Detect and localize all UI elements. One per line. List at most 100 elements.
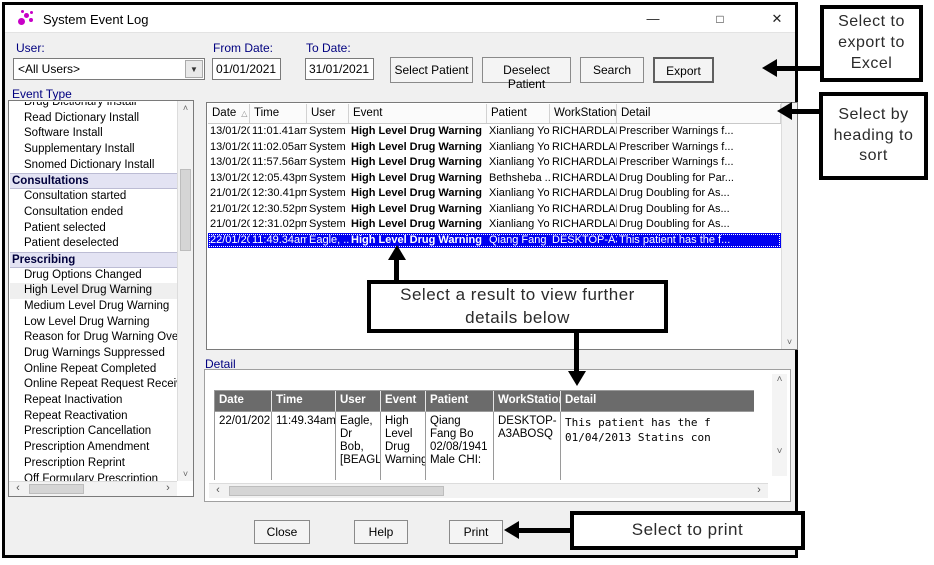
- scrollbar-thumb[interactable]: [229, 486, 444, 496]
- scroll-right-icon[interactable]: ›: [752, 484, 766, 498]
- event-cell: High Level Drug Warning: [349, 186, 487, 202]
- user-select[interactable]: <All Users> ▼: [13, 58, 205, 80]
- scroll-up-icon[interactable]: ˄: [178, 101, 193, 115]
- column-header-time[interactable]: Time: [250, 104, 307, 123]
- scroll-up-icon[interactable]: ˄: [772, 374, 787, 385]
- event-cell: RICHARDLAP...: [550, 140, 617, 156]
- event-type-item[interactable]: Snomed Dictionary Install: [10, 158, 177, 174]
- help-button[interactable]: Help: [354, 520, 408, 544]
- event-type-horizontal-scrollbar[interactable]: ‹ ›: [9, 481, 177, 496]
- scroll-left-icon[interactable]: ‹: [211, 484, 225, 498]
- event-type-item[interactable]: Off Formulary Prescription: [10, 472, 177, 482]
- event-type-item[interactable]: Software Install: [10, 126, 177, 142]
- column-header-workstation[interactable]: WorkStation: [550, 104, 617, 123]
- close-button[interactable]: Close: [254, 520, 310, 544]
- event-type-item[interactable]: Prescription Amendment: [10, 440, 177, 456]
- event-type-vertical-scrollbar[interactable]: ˄ ˅: [177, 101, 193, 481]
- event-cell: System ...: [307, 217, 349, 233]
- select-patient-button[interactable]: Select Patient: [390, 57, 473, 83]
- scroll-left-icon[interactable]: ‹: [11, 482, 25, 496]
- title-bar: System Event Log — □ ✕: [5, 5, 795, 33]
- event-type-item[interactable]: High Level Drug Warning: [10, 283, 177, 299]
- event-row[interactable]: 22/01/202111:49.34amEagle, ...High Level…: [208, 233, 781, 249]
- export-button[interactable]: Export: [653, 57, 714, 83]
- event-type-item[interactable]: Consultation started: [10, 189, 177, 205]
- callout-select-result: Select a result to view further details …: [367, 280, 668, 333]
- event-type-label: Event Type: [12, 87, 72, 101]
- column-header-patient[interactable]: Patient: [487, 104, 550, 123]
- event-cell: System ...: [307, 155, 349, 171]
- event-type-item[interactable]: Patient selected: [10, 221, 177, 237]
- event-type-item[interactable]: Online Repeat Completed: [10, 362, 177, 378]
- column-header-detail[interactable]: Detail: [617, 104, 781, 123]
- scroll-down-icon[interactable]: ˅: [772, 446, 787, 457]
- event-type-item[interactable]: Consultation ended: [10, 205, 177, 221]
- minimize-icon[interactable]: —: [638, 5, 668, 33]
- event-cell: DESKTOP-A3...: [550, 233, 617, 249]
- event-row[interactable]: 13/01/202111:01.41amSystem ...High Level…: [208, 124, 781, 140]
- detail-panel: DateTimeUserEventPatientWorkStationDetai…: [204, 369, 791, 502]
- event-type-group-header[interactable]: Prescribing: [10, 252, 177, 268]
- event-row[interactable]: 13/01/202111:02.05amSystem ...High Level…: [208, 140, 781, 156]
- callout-sort-arrow-line: [791, 109, 819, 114]
- event-cell: 11:02.05am: [250, 140, 307, 156]
- event-cell: High Level Drug Warning: [349, 171, 487, 187]
- callout-result-arrow-line: [394, 259, 399, 280]
- event-cell: System ...: [307, 202, 349, 218]
- detail-table: DateTimeUserEventPatientWorkStationDetai…: [214, 390, 754, 480]
- scroll-right-icon[interactable]: ›: [161, 482, 175, 496]
- event-type-item[interactable]: Low Level Drug Warning: [10, 315, 177, 331]
- chevron-down-icon[interactable]: ▼: [185, 60, 203, 78]
- event-type-item[interactable]: Drug Warnings Suppressed: [10, 346, 177, 362]
- event-cell: Bethsheba ...: [487, 171, 550, 187]
- detail-cell: High Level Drug Warning: [381, 412, 426, 480]
- detail-vertical-scrollbar[interactable]: ˄ ˅: [772, 374, 787, 476]
- event-type-item[interactable]: Online Repeat Request Receive: [10, 377, 177, 393]
- event-cell: Xianliang Yo...: [487, 186, 550, 202]
- search-button[interactable]: Search: [580, 57, 644, 83]
- event-type-item[interactable]: Drug Dictionary Install: [10, 102, 177, 111]
- event-type-item[interactable]: Repeat Inactivation: [10, 393, 177, 409]
- from-date-input[interactable]: [212, 58, 281, 80]
- event-cell: RICHARDLAP...: [550, 124, 617, 140]
- event-cell: 11:01.41am: [250, 124, 307, 140]
- event-cell: Drug Doubling for As...: [617, 202, 781, 218]
- column-header-date[interactable]: Date△: [208, 104, 250, 123]
- scroll-down-icon[interactable]: ˅: [782, 335, 797, 349]
- event-type-item[interactable]: Reason for Drug Warning Overri: [10, 330, 177, 346]
- event-type-item[interactable]: Medium Level Drug Warning: [10, 299, 177, 315]
- maximize-icon[interactable]: □: [705, 5, 735, 33]
- print-button[interactable]: Print: [449, 520, 503, 544]
- deselect-patient-button[interactable]: Deselect Patient: [482, 57, 571, 83]
- event-cell: Drug Doubling for As...: [617, 217, 781, 233]
- event-type-item[interactable]: Supplementary Install: [10, 142, 177, 158]
- scrollbar-thumb[interactable]: [29, 484, 84, 494]
- event-type-item[interactable]: Read Dictionary Install: [10, 111, 177, 127]
- event-row[interactable]: 21/01/202112:31.02pmSystem ...High Level…: [208, 217, 781, 233]
- event-type-item[interactable]: Prescription Cancellation: [10, 424, 177, 440]
- detail-horizontal-scrollbar[interactable]: ‹ ›: [209, 483, 768, 498]
- scroll-down-icon[interactable]: ˅: [178, 467, 193, 481]
- close-icon[interactable]: ✕: [762, 5, 792, 33]
- event-cell: Eagle, ...: [307, 233, 349, 249]
- detail-column-header-patient: Patient: [426, 391, 494, 412]
- event-type-item[interactable]: Patient deselected: [10, 236, 177, 252]
- event-row[interactable]: 21/01/202112:30.52pmSystem ...High Level…: [208, 202, 781, 218]
- event-cell: System ...: [307, 186, 349, 202]
- to-date-input[interactable]: [305, 58, 374, 80]
- event-cell: This patient has the f...: [617, 233, 781, 249]
- event-table-scrollbar[interactable]: ˄ ˅: [781, 103, 797, 349]
- column-header-user[interactable]: User: [307, 104, 349, 123]
- event-cell: Xianliang Yo...: [487, 140, 550, 156]
- event-type-item[interactable]: Prescription Reprint: [10, 456, 177, 472]
- scrollbar-thumb[interactable]: [180, 169, 191, 251]
- event-row[interactable]: 13/01/202112:05.43pmSystem ...High Level…: [208, 171, 781, 187]
- column-header-event[interactable]: Event: [349, 104, 487, 123]
- event-cell: 13/01/2021: [208, 171, 250, 187]
- event-type-item[interactable]: Drug Options Changed: [10, 268, 177, 284]
- event-row[interactable]: 13/01/202111:57.56amSystem ...High Level…: [208, 155, 781, 171]
- event-row[interactable]: 21/01/202112:30.41pmSystem ...High Level…: [208, 186, 781, 202]
- event-type-group-header[interactable]: Consultations: [10, 173, 177, 189]
- event-type-item[interactable]: Repeat Reactivation: [10, 409, 177, 425]
- detail-column-header-event: Event: [381, 391, 426, 412]
